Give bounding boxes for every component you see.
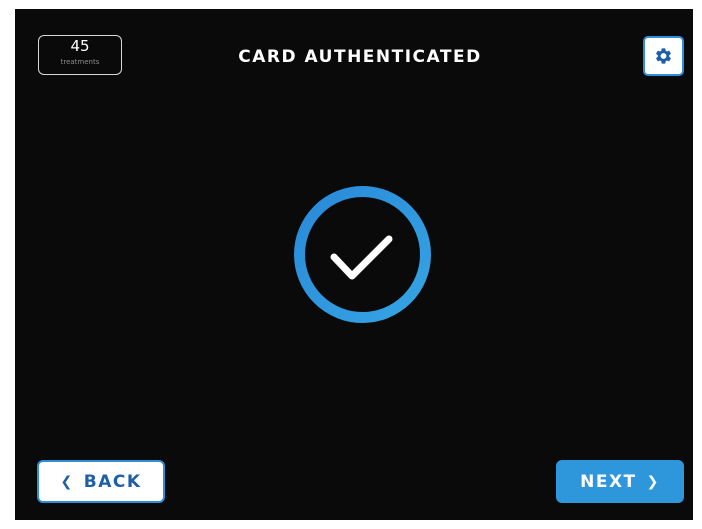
- next-button[interactable]: NEXT ❯: [556, 460, 684, 503]
- back-button-label: BACK: [83, 471, 142, 492]
- checkmark-circle-icon: [294, 186, 431, 323]
- kiosk-panel: 45 treatments CARD AUTHENTICATED ❮ BACK …: [15, 9, 693, 520]
- settings-button[interactable]: [643, 36, 684, 76]
- authenticated-status: [290, 182, 435, 327]
- chevron-left-icon: ❮: [60, 473, 74, 490]
- page-title: CARD AUTHENTICATED: [238, 47, 482, 67]
- treatments-label: treatments: [60, 58, 100, 66]
- treatments-count: 45: [70, 37, 90, 55]
- chevron-right-icon: ❯: [646, 473, 660, 490]
- back-button[interactable]: ❮ BACK: [37, 460, 165, 503]
- next-button-label: NEXT: [580, 471, 637, 492]
- screen: 45 treatments CARD AUTHENTICATED ❮ BACK …: [0, 0, 702, 529]
- gear-icon: [656, 48, 671, 64]
- treatments-counter: 45 treatments: [38, 35, 122, 75]
